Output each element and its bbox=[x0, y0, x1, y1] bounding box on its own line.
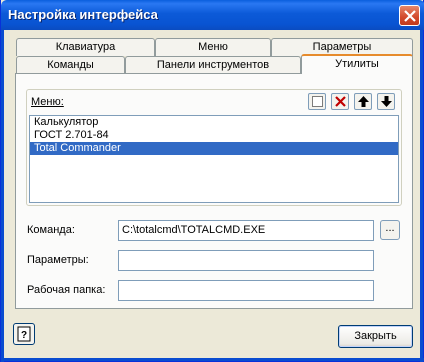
title-bar[interactable]: Настройка интерфейса bbox=[1, 0, 424, 30]
command-field[interactable]: C:\totalcmd\TOTALCMD.EXE bbox=[118, 220, 374, 241]
tab-keyboard[interactable]: Клавиатура bbox=[16, 38, 155, 56]
menu-group: Меню: Калькулятор ГОСТ 2.701-84 Total Co… bbox=[26, 89, 402, 206]
parameters-label: Параметры: bbox=[27, 254, 89, 266]
new-item-icon bbox=[312, 96, 323, 107]
move-up-button[interactable] bbox=[354, 93, 372, 110]
tab-panel-utilities: Меню: Калькулятор ГОСТ 2.701-84 Total Co… bbox=[15, 73, 413, 309]
menu-list[interactable]: Калькулятор ГОСТ 2.701-84 Total Commande… bbox=[29, 115, 399, 203]
window-title: Настройка интерфейса bbox=[8, 7, 158, 22]
list-item[interactable]: Total Commander bbox=[30, 142, 398, 155]
delete-icon bbox=[335, 96, 346, 107]
menu-group-label: Меню: bbox=[31, 96, 64, 108]
move-up-icon bbox=[358, 96, 369, 107]
move-down-button[interactable] bbox=[377, 93, 395, 110]
list-item[interactable]: Калькулятор bbox=[30, 116, 398, 129]
new-item-button[interactable] bbox=[308, 93, 326, 110]
dialog-window: Настройка интерфейса Клавиатура Меню Пар… bbox=[0, 0, 424, 362]
working-folder-label: Рабочая папка: bbox=[27, 284, 106, 296]
window-frame-bottom bbox=[1, 358, 424, 361]
window-frame-right bbox=[420, 30, 423, 362]
tab-commands[interactable]: Команды bbox=[16, 56, 125, 74]
list-item[interactable]: ГОСТ 2.701-84 bbox=[30, 129, 398, 142]
browse-button[interactable]: ... bbox=[380, 220, 400, 240]
tab-utilities[interactable]: Утилиты bbox=[301, 54, 413, 74]
window-frame-left bbox=[1, 30, 4, 362]
svg-text:?: ? bbox=[21, 330, 27, 341]
tab-menu[interactable]: Меню bbox=[155, 38, 271, 56]
close-icon bbox=[404, 10, 416, 22]
close-button[interactable]: Закрыть bbox=[338, 325, 413, 348]
window-close-button[interactable] bbox=[399, 5, 420, 26]
tab-toolbars[interactable]: Панели инструментов bbox=[125, 56, 301, 74]
help-button[interactable]: ? bbox=[13, 323, 35, 345]
move-down-icon bbox=[381, 96, 392, 107]
parameters-field[interactable] bbox=[118, 250, 374, 271]
working-folder-field[interactable] bbox=[118, 280, 374, 301]
delete-button[interactable] bbox=[331, 93, 349, 110]
command-label: Команда: bbox=[27, 224, 75, 236]
help-icon: ? bbox=[17, 326, 31, 342]
